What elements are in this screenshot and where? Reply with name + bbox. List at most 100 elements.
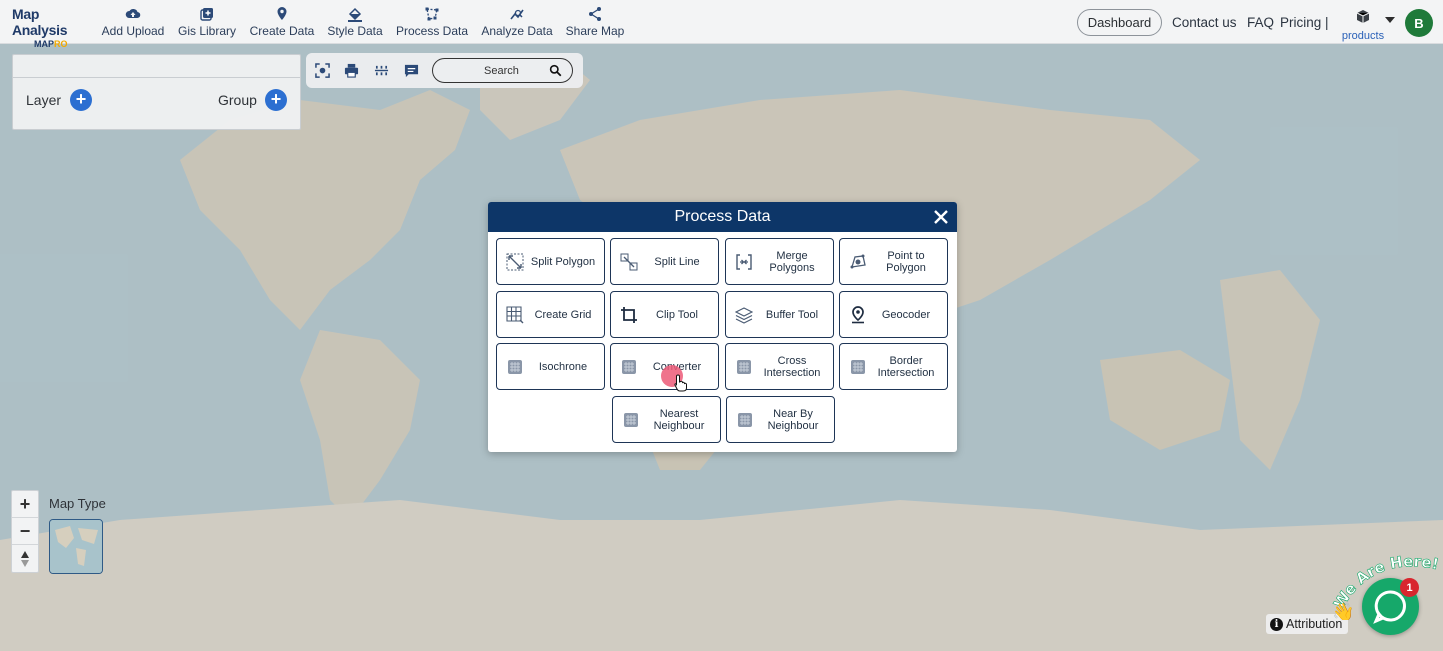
- search-input[interactable]: Search: [432, 58, 573, 83]
- gis-library-label: Gis Library: [177, 24, 236, 38]
- map-pin-icon: [248, 6, 316, 23]
- nearest-neighbour-button[interactable]: Nearest Neighbour: [612, 396, 721, 443]
- location-icon: [852, 306, 864, 324]
- info-icon: i: [1270, 617, 1283, 631]
- app-logo[interactable]: Map Analysis MAPRO: [12, 6, 92, 49]
- compass-icon: [21, 550, 29, 567]
- analyze-data-label: Analyze Data: [481, 24, 553, 38]
- search-icon: [549, 64, 562, 77]
- cross-intersection-button[interactable]: Cross Intersection: [725, 343, 834, 390]
- process-icon: [624, 413, 638, 427]
- pricing-link[interactable]: Pricing |: [1280, 15, 1329, 30]
- gis-library-button[interactable]: Gis Library: [176, 6, 238, 38]
- process-icon: [737, 360, 751, 374]
- merge-polygons-label: Merge Polygons: [769, 249, 815, 274]
- library-add-icon: [176, 6, 238, 23]
- logo-title: Map Analysis: [12, 6, 68, 38]
- faq-link[interactable]: FAQ: [1247, 15, 1274, 30]
- analyze-icon: [480, 6, 554, 23]
- add-group-button[interactable]: +: [265, 89, 287, 111]
- point-to-polygon-button[interactable]: Point to Polygon: [839, 238, 948, 285]
- split-line-label: Split Line: [654, 255, 700, 268]
- measure-icon[interactable]: [374, 63, 389, 78]
- border-intersection-label: Border Intersection: [877, 354, 935, 379]
- border-intersection-button[interactable]: Border Intersection: [839, 343, 948, 390]
- create-grid-button[interactable]: Create Grid: [496, 291, 605, 338]
- add-upload-label: Add Upload: [101, 24, 165, 38]
- geocoder-label: Geocoder: [881, 308, 931, 321]
- products-label: products: [1341, 30, 1385, 42]
- share-map-button[interactable]: Share Map: [564, 6, 626, 38]
- zoom-in-button[interactable]: +: [12, 491, 38, 518]
- process-icon: [508, 360, 522, 374]
- map-thumbnail-icon: [50, 520, 102, 573]
- search-placeholder: Search: [484, 64, 519, 77]
- add-upload-button[interactable]: Add Upload: [100, 6, 166, 38]
- grid-icon: [506, 306, 524, 324]
- buffer-tool-label: Buffer Tool: [765, 308, 819, 321]
- comment-icon[interactable]: [404, 63, 419, 78]
- analyze-data-button[interactable]: Analyze Data: [480, 6, 554, 38]
- group-label: Group: [218, 92, 257, 108]
- split-line-icon: [620, 253, 638, 271]
- create-data-label: Create Data: [249, 24, 315, 38]
- print-icon[interactable]: [344, 63, 359, 78]
- isochrone-button[interactable]: Isochrone: [496, 343, 605, 390]
- split-polygon-label: Split Polygon: [530, 255, 596, 268]
- map-mini-toolbar: Search: [306, 53, 583, 88]
- layer-label: Layer: [26, 92, 62, 108]
- process-data-label: Process Data: [395, 24, 469, 38]
- zoom-out-button[interactable]: −: [12, 518, 38, 545]
- map-type-thumbnail[interactable]: [49, 519, 103, 574]
- point-to-polygon-label: Point to Polygon: [886, 249, 926, 274]
- merge-polygons-button[interactable]: Merge Polygons: [725, 238, 834, 285]
- contact-us-link[interactable]: Contact us: [1172, 15, 1237, 30]
- products-dropdown-icon[interactable]: [1385, 17, 1395, 23]
- close-icon[interactable]: [932, 208, 950, 226]
- map-type-label: Map Type: [49, 496, 106, 511]
- dialog-title: Process Data: [674, 208, 771, 225]
- process-icon: [622, 360, 636, 374]
- products-menu[interactable]: products: [1339, 9, 1387, 42]
- style-data-label: Style Data: [327, 24, 383, 38]
- user-avatar[interactable]: B: [1405, 9, 1433, 37]
- process-data-button[interactable]: Process Data: [394, 6, 470, 38]
- add-layer-button[interactable]: +: [70, 89, 92, 111]
- split-line-button[interactable]: Split Line: [610, 238, 719, 285]
- clip-tool-label: Clip Tool: [656, 308, 698, 321]
- crop-icon: [621, 307, 637, 323]
- point-to-polygon-icon: [850, 254, 866, 269]
- notification-badge: 1: [1400, 578, 1419, 597]
- paint-bucket-icon: [326, 6, 384, 23]
- geocoder-button[interactable]: Geocoder: [839, 291, 948, 338]
- dialog-header: Process Data: [488, 202, 957, 232]
- cube-icon: [1356, 10, 1370, 23]
- create-data-button[interactable]: Create Data: [248, 6, 316, 38]
- dashboard-button[interactable]: Dashboard: [1077, 9, 1162, 36]
- split-polygon-button[interactable]: Split Polygon: [496, 238, 605, 285]
- top-navigation-bar: Map Analysis MAPRO Add Upload Gis Librar…: [0, 0, 1443, 49]
- share-icon: [564, 6, 626, 23]
- reset-north-button[interactable]: [12, 545, 38, 572]
- isochrone-label: Isochrone: [538, 360, 588, 373]
- panel-divider: [13, 77, 300, 78]
- layers-icon: [735, 307, 753, 324]
- split-polygon-icon: [506, 253, 524, 271]
- near-by-neighbour-button[interactable]: Near By Neighbour: [726, 396, 835, 443]
- zoom-controls: + −: [11, 490, 39, 573]
- process-data-dialog: Process Data Split Polygon Split Line Me…: [488, 202, 957, 452]
- layer-panel: Layer + Group +: [12, 54, 301, 130]
- waving-hand-icon: 👋: [1332, 602, 1354, 620]
- logo-subtitle: MAPRO: [34, 39, 68, 49]
- style-data-button[interactable]: Style Data: [326, 6, 384, 38]
- focus-icon[interactable]: [315, 63, 330, 78]
- process-icon: [851, 360, 865, 374]
- polygon-icon: [394, 6, 470, 23]
- cross-intersection-label: Cross Intersection: [763, 354, 821, 379]
- buffer-tool-button[interactable]: Buffer Tool: [725, 291, 834, 338]
- process-icon: [738, 413, 752, 427]
- hand-cursor-icon: [674, 374, 687, 392]
- clip-tool-button[interactable]: Clip Tool: [610, 291, 719, 338]
- near-by-neighbour-label: Near By Neighbour: [767, 407, 819, 432]
- create-grid-label: Create Grid: [534, 308, 592, 321]
